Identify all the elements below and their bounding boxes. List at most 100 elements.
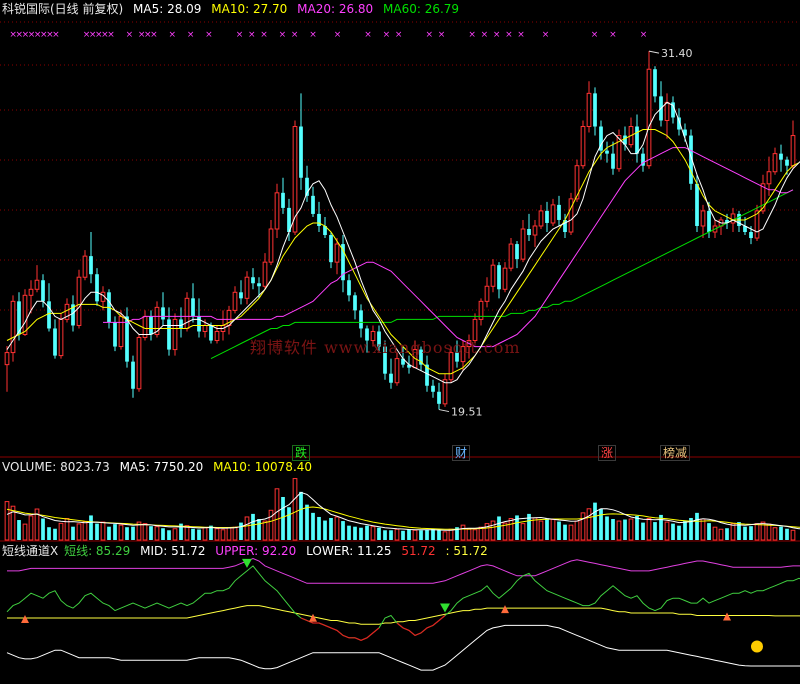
candle-body xyxy=(593,93,597,127)
volume-bar xyxy=(100,521,106,541)
volume-bar xyxy=(586,508,592,541)
candle-body xyxy=(209,325,213,341)
candle-body xyxy=(53,328,57,356)
volume-bar xyxy=(653,522,657,540)
candle-body xyxy=(389,373,393,383)
candle-body xyxy=(394,358,400,384)
volume-bar xyxy=(628,518,634,541)
candle-body xyxy=(508,243,514,269)
candle-body xyxy=(136,337,142,390)
volume-bar xyxy=(341,521,345,540)
candle-body xyxy=(197,316,201,332)
low-price-label: 19.51 xyxy=(451,406,483,419)
volume-bar xyxy=(677,525,681,540)
volume-bar xyxy=(118,524,124,541)
volume-bar xyxy=(460,524,466,541)
volume-bar xyxy=(754,523,760,541)
volume-bar xyxy=(568,524,574,541)
candle-body xyxy=(484,285,490,302)
candle-body xyxy=(359,310,363,329)
volume-bar xyxy=(611,519,615,540)
volume-bar xyxy=(695,512,699,540)
signal-x-marker: × xyxy=(517,30,525,40)
candle-body xyxy=(545,210,549,223)
volume-bar xyxy=(574,520,580,541)
candle-body xyxy=(497,265,501,290)
candle-body xyxy=(232,291,238,311)
volume-bar xyxy=(359,527,363,540)
volume-bar xyxy=(17,520,21,540)
volume-bar xyxy=(299,491,303,540)
volume-bar xyxy=(683,520,687,540)
signal-x-marker: × xyxy=(542,30,550,40)
volume-bar xyxy=(41,518,45,540)
candle-body xyxy=(89,256,93,275)
volume-bar xyxy=(142,523,148,541)
event-label-die: 跌 xyxy=(292,445,311,461)
candle-body xyxy=(118,315,124,348)
mid-label: MID: 51.72 xyxy=(140,544,206,558)
volume-bar xyxy=(47,527,51,540)
candle-body xyxy=(149,316,153,335)
signal-x-marker: × xyxy=(236,30,244,40)
volume-bar xyxy=(383,530,387,540)
volume-bar xyxy=(550,519,556,541)
volume-bar xyxy=(184,525,190,541)
volume-bar xyxy=(274,488,280,541)
buy-arrow-icon xyxy=(501,605,509,614)
signal-x-marker: × xyxy=(468,30,476,40)
candle-body xyxy=(239,292,243,299)
volume-bar xyxy=(125,527,129,540)
buy-arrow-icon xyxy=(723,612,731,621)
ma10-label: MA10: 27.70 xyxy=(211,2,288,16)
candle-body xyxy=(490,264,496,287)
volume-bar xyxy=(779,526,783,540)
volume-bar xyxy=(557,521,561,540)
volume-bar xyxy=(532,517,538,541)
price-annotations: 31.40 19.51 xyxy=(438,47,693,419)
candle-body xyxy=(653,69,657,97)
volume-bar xyxy=(58,522,64,541)
volume-bar xyxy=(82,521,88,541)
volume-bar xyxy=(89,515,93,540)
volume-bar xyxy=(365,525,369,540)
low-pointer xyxy=(438,409,450,413)
volume-bar xyxy=(712,526,718,541)
high-pointer xyxy=(648,50,660,54)
volume-bar xyxy=(743,526,747,540)
volume-bar xyxy=(407,529,411,540)
event-label-bangjian: 榜减 xyxy=(660,445,691,461)
volume-bar xyxy=(580,512,586,541)
volume-bar xyxy=(113,524,117,540)
volume-bar xyxy=(766,523,772,541)
volume-bar xyxy=(287,507,291,540)
short-label: 短线: 85.29 xyxy=(64,544,131,558)
signal-x-marker: × xyxy=(609,30,617,40)
channel-lines xyxy=(6,557,800,671)
volume-bar xyxy=(466,528,472,541)
candle-body xyxy=(586,92,592,128)
candle-body xyxy=(131,361,135,389)
volume-bar xyxy=(478,526,484,541)
volume-bar xyxy=(671,523,675,540)
value2-label: : 51.72 xyxy=(445,544,488,558)
candle-body xyxy=(437,391,441,404)
candle-body xyxy=(311,195,315,214)
candle-body xyxy=(502,267,508,290)
volume-bar xyxy=(448,528,454,541)
signal-x-marker: × xyxy=(205,30,213,40)
signal-x-marker: × xyxy=(383,30,391,40)
candle-body xyxy=(550,204,556,224)
smiley-icon xyxy=(751,640,763,653)
volume-bars xyxy=(4,478,796,541)
volume-bar xyxy=(377,527,381,540)
volume-bar xyxy=(472,529,478,541)
volume-bar xyxy=(191,528,195,540)
volume-bar xyxy=(538,520,544,541)
volume-bar xyxy=(244,516,250,541)
candle-body xyxy=(257,283,261,287)
volume-bar xyxy=(161,528,165,540)
candle-body xyxy=(28,288,34,296)
high-price-label: 31.40 xyxy=(661,47,693,60)
candle-body xyxy=(262,261,268,287)
